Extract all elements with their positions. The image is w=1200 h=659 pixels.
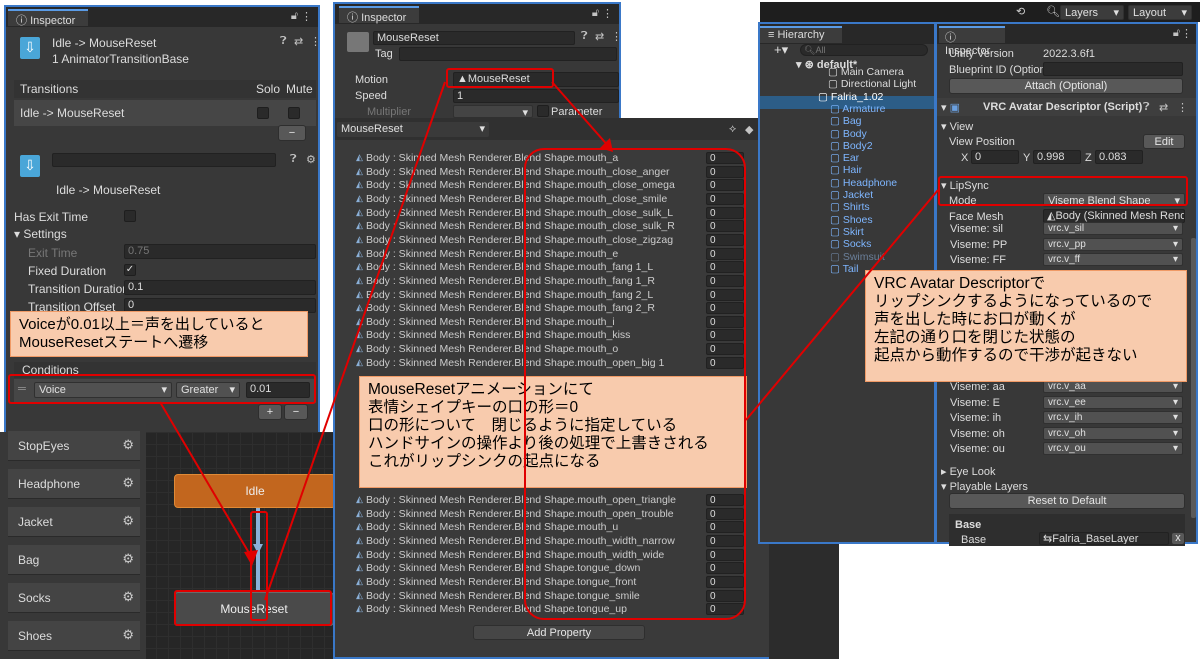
connector-lines — [159, 81, 939, 601]
